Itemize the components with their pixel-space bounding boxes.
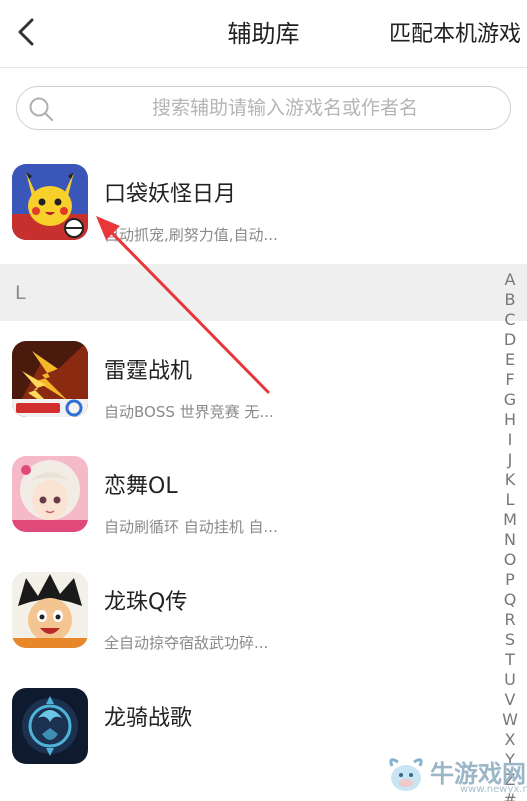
top-bar: 辅助库 匹配本机游戏: [0, 0, 527, 68]
index-letter[interactable]: E: [501, 350, 519, 370]
dragon-emblem-icon: [12, 688, 88, 764]
index-letter[interactable]: I: [501, 430, 519, 450]
game-description: 全自动掠夺宿敌武功碎...: [104, 634, 269, 652]
anime-girl-icon: [12, 456, 88, 532]
list-item-game[interactable]: 恋舞OL 自动刷循环 自动挂机 自...: [0, 456, 495, 574]
index-letter[interactable]: R: [501, 610, 519, 630]
back-arrow-icon: [18, 18, 34, 46]
index-letter[interactable]: W: [501, 710, 519, 730]
index-letter[interactable]: C: [501, 310, 519, 330]
index-letter[interactable]: M: [501, 510, 519, 530]
index-letter[interactable]: O: [501, 550, 519, 570]
index-letter[interactable]: A: [501, 270, 519, 290]
back-button[interactable]: [8, 12, 48, 52]
search-icon: [29, 97, 54, 122]
index-letter[interactable]: K: [501, 470, 519, 490]
match-local-games-button[interactable]: 匹配本机游戏: [389, 16, 521, 48]
goku-icon: [12, 572, 88, 648]
game-name: 口袋妖怪日月: [104, 182, 237, 207]
list-item-game[interactable]: 龙珠Q传 全自动掠夺宿敌武功碎...: [0, 572, 495, 690]
game-name: 龙骑战歌: [104, 706, 193, 731]
alphabet-index: A B C D E F G H I J K L M N O P Q R S T U V W X Y Z #: [501, 270, 519, 801]
search-input[interactable]: [65, 91, 505, 125]
index-letter[interactable]: P: [501, 570, 519, 590]
index-letter[interactable]: B: [501, 290, 519, 310]
index-letter[interactable]: N: [501, 530, 519, 550]
pikachu-icon: [12, 164, 88, 240]
list-item-game[interactable]: 雷霆战机 自动BOSS 世界竞赛 无...: [0, 341, 495, 459]
watermark: 牛游戏网 www.newyx.net: [384, 752, 527, 798]
game-description: 自动BOSS 世界竞赛 无...: [104, 403, 274, 421]
index-letter[interactable]: H: [501, 410, 519, 430]
index-letter[interactable]: G: [501, 390, 519, 410]
index-letter[interactable]: F: [501, 370, 519, 390]
index-letter[interactable]: T: [501, 650, 519, 670]
index-letter[interactable]: Q: [501, 590, 519, 610]
watermark-url: www.newyx.net: [460, 784, 527, 795]
game-name: 龙珠Q传: [104, 590, 188, 615]
game-description: 自动抓宠,刷努力值,自动...: [104, 226, 278, 244]
index-letter[interactable]: V: [501, 690, 519, 710]
section-header: L: [0, 264, 527, 321]
game-name: 恋舞OL: [104, 474, 178, 499]
fighter-jet-icon: [12, 341, 88, 417]
index-letter[interactable]: D: [501, 330, 519, 350]
index-letter[interactable]: J: [501, 450, 519, 470]
index-letter[interactable]: L: [501, 490, 519, 510]
game-description: 自动刷循环 自动挂机 自...: [104, 518, 278, 536]
game-name: 雷霆战机: [104, 359, 193, 384]
index-letter[interactable]: X: [501, 730, 519, 750]
index-letter[interactable]: S: [501, 630, 519, 650]
search-bar: [16, 86, 511, 130]
section-letter: L: [15, 282, 26, 304]
cow-mascot-icon: [389, 758, 423, 791]
index-letter[interactable]: U: [501, 670, 519, 690]
